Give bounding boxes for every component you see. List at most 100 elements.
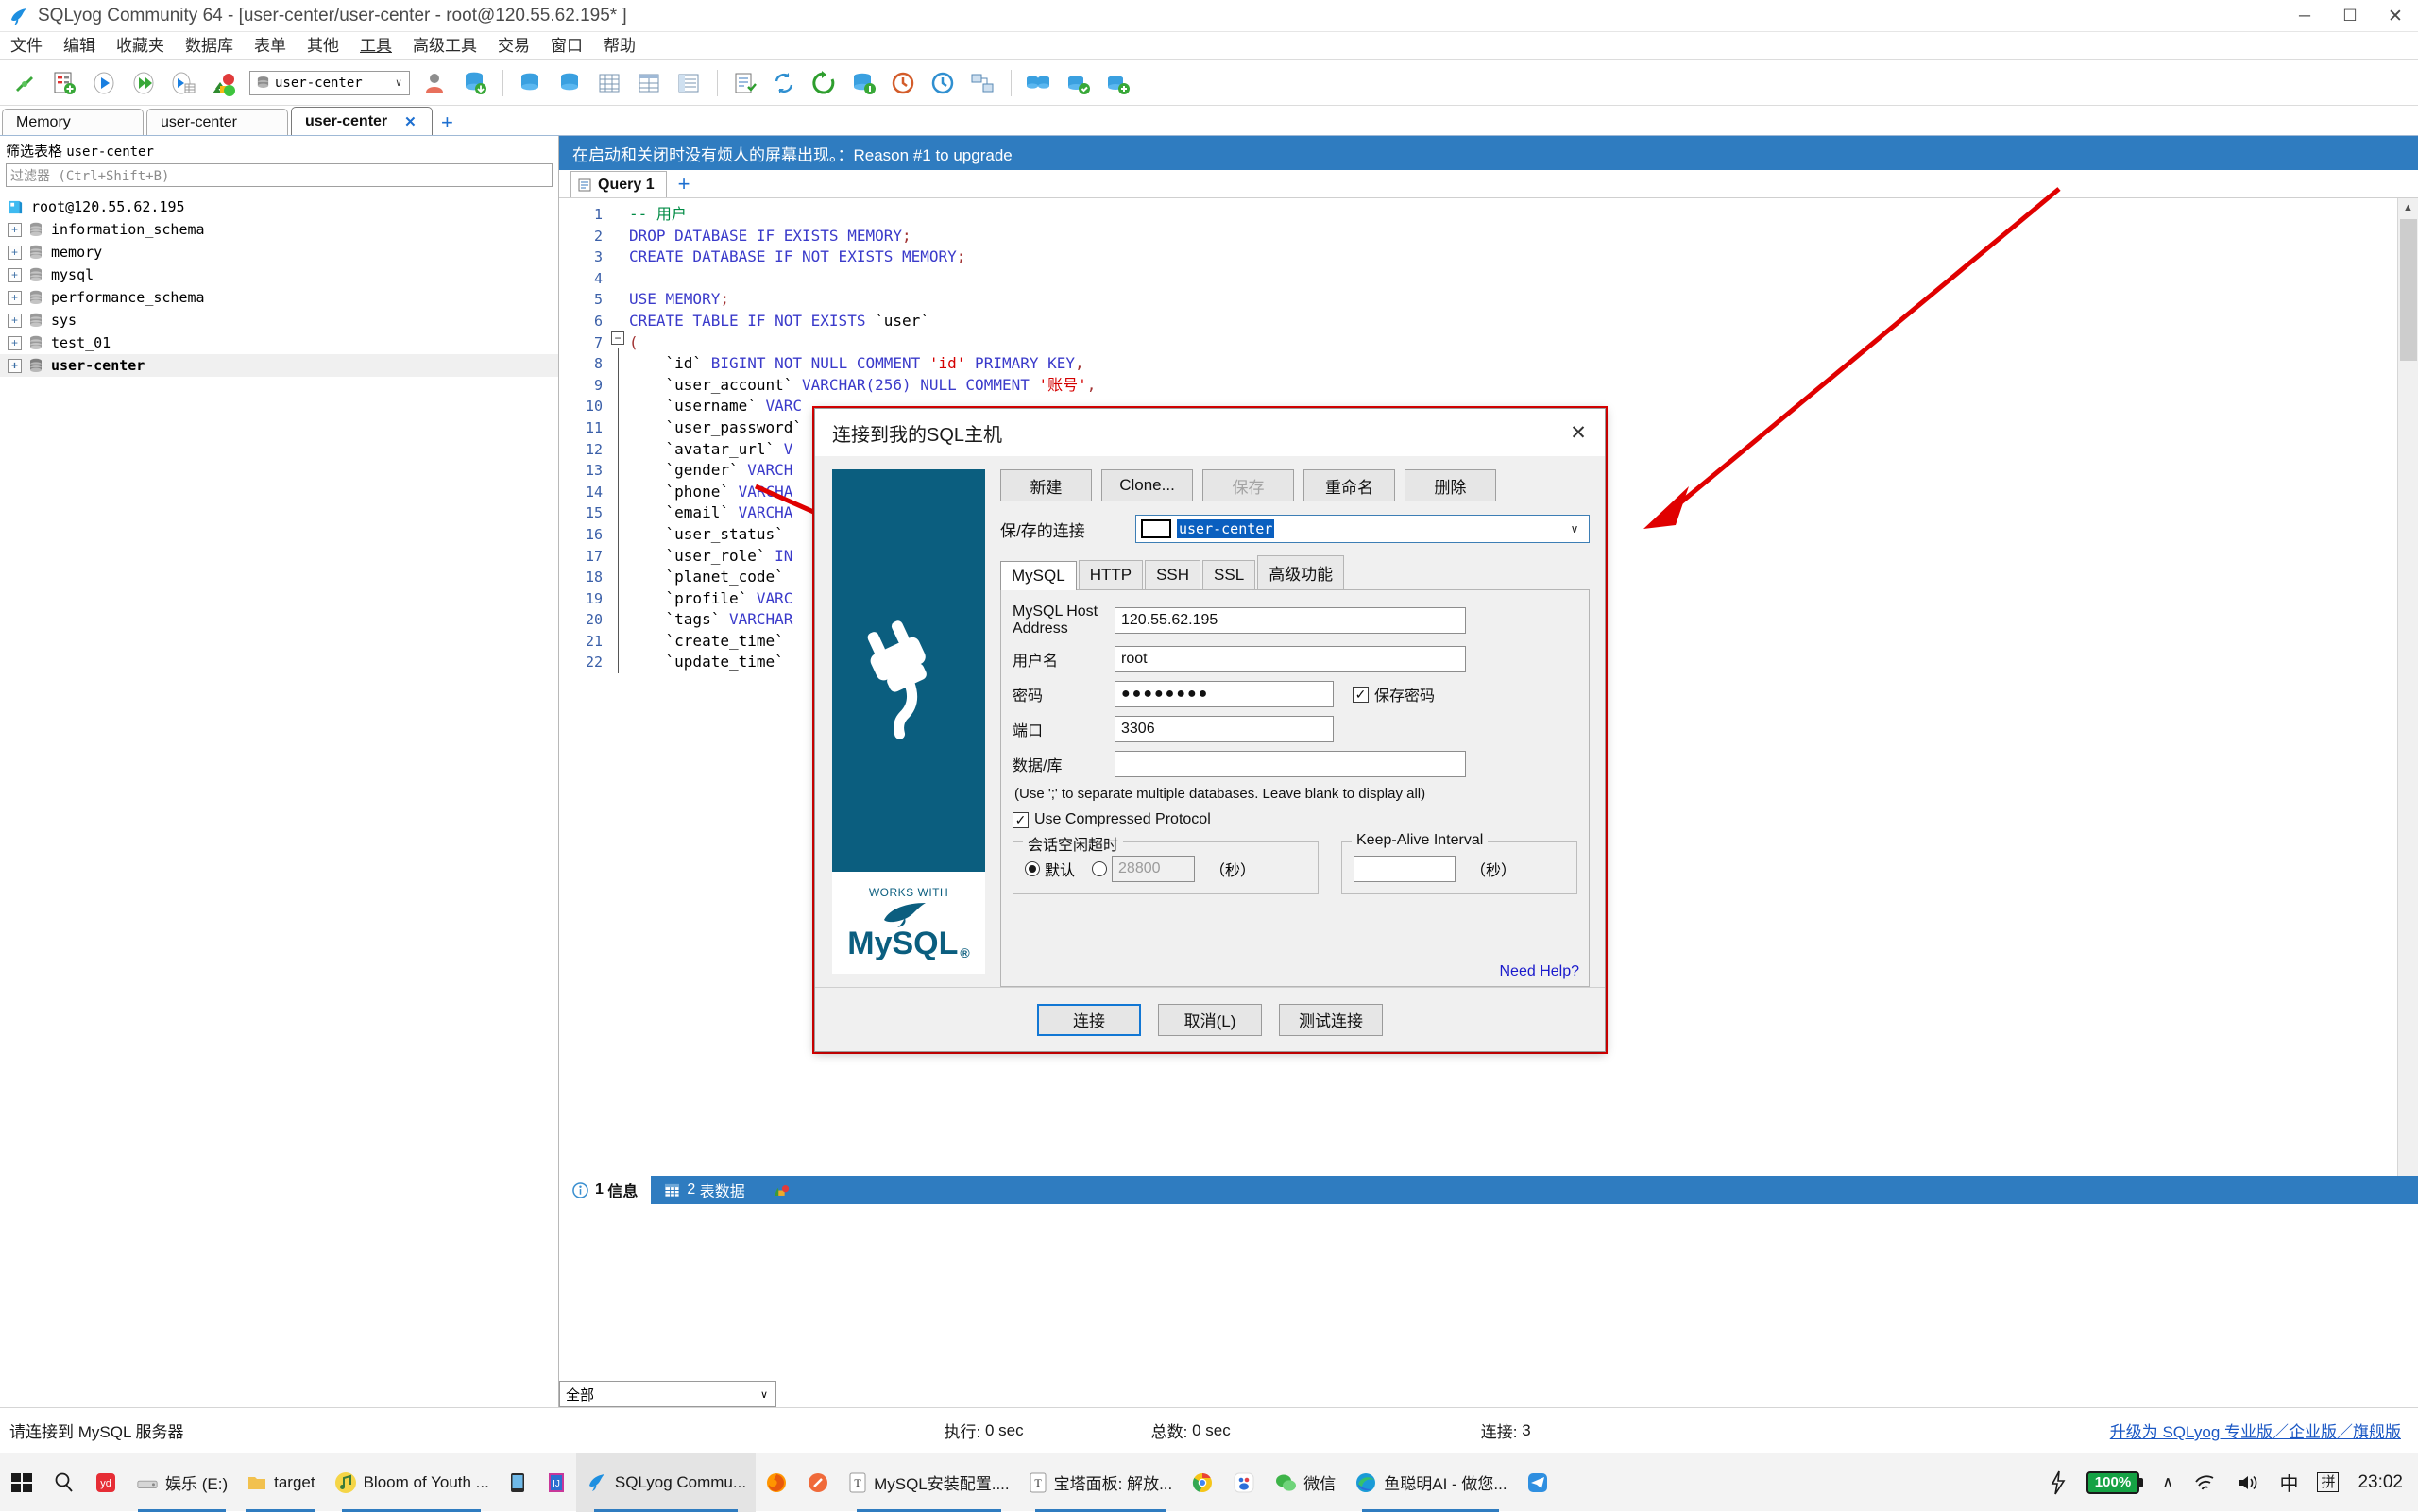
close-button[interactable]: ✕	[2373, 0, 2418, 32]
query-builder-icon[interactable]	[725, 64, 763, 102]
clone-connection-button[interactable]: Clone...	[1101, 469, 1193, 501]
menu-item-form[interactable]: 表单	[244, 32, 297, 60]
history-icon[interactable]	[884, 64, 922, 102]
taskbar-item-edge[interactable]: 鱼聪明AI - 做您...	[1345, 1453, 1516, 1512]
test-connection-button[interactable]: 测试连接	[1279, 1003, 1383, 1036]
expand-icon[interactable]: +	[8, 358, 22, 373]
refresh-objects-icon[interactable]	[204, 64, 242, 102]
execute-to-grid-icon[interactable]	[164, 64, 202, 102]
refresh-icon[interactable]	[805, 64, 843, 102]
database-input[interactable]	[1115, 751, 1466, 777]
taskbar-item-mysql-doc[interactable]: T MySQL安装配置....	[839, 1453, 1019, 1512]
host-input[interactable]: 120.55.62.195	[1115, 607, 1466, 634]
chevron-down-icon[interactable]: ∨	[388, 76, 409, 89]
tree-node-mysql[interactable]: + mysql	[0, 263, 558, 286]
taskbar-item-chrome[interactable]	[1182, 1453, 1223, 1512]
youdao-icon[interactable]: yd	[85, 1453, 127, 1512]
form-view-icon[interactable]	[670, 64, 707, 102]
tree-node-sys[interactable]: + sys	[0, 309, 558, 331]
schema-designer-icon[interactable]	[963, 64, 1001, 102]
scrollbar-thumb[interactable]	[2400, 219, 2417, 361]
tree-node-memory[interactable]: + memory	[0, 241, 558, 263]
expand-icon[interactable]: +	[8, 313, 22, 328]
close-icon[interactable]: ✕	[404, 113, 417, 130]
scroll-up-icon[interactable]: ▲	[2398, 198, 2418, 217]
rename-connection-button[interactable]: 重命名	[1303, 469, 1395, 501]
menu-item-edit[interactable]: 编辑	[53, 32, 106, 60]
taskbar-item-wechat[interactable]: 微信	[1265, 1453, 1345, 1512]
grid-view-icon[interactable]	[630, 64, 668, 102]
editor-scrollbar[interactable]: ▲	[2397, 198, 2418, 1176]
data-sync-icon[interactable]	[1019, 64, 1057, 102]
idle-custom-radio[interactable]	[1092, 861, 1108, 876]
compressed-protocol-checkbox[interactable]: ✓ Use Compressed Protocol	[1013, 811, 1577, 828]
expand-icon[interactable]: +	[8, 222, 22, 237]
saved-connection-select[interactable]: user-center ∨	[1135, 515, 1590, 543]
connection-tab-user-center-2[interactable]: user-center ✕	[291, 107, 433, 135]
menu-item-file[interactable]: 文件	[0, 32, 53, 60]
password-input[interactable]: ●●●●●●●●	[1115, 681, 1334, 707]
idle-custom-input[interactable]: 28800	[1112, 856, 1196, 882]
backup-database-icon[interactable]	[455, 64, 493, 102]
tree-node-test-01[interactable]: + test_01	[0, 331, 558, 354]
taskbar-item-target[interactable]: target	[237, 1453, 324, 1512]
expand-icon[interactable]: +	[8, 267, 22, 282]
taskbar-search-button[interactable]	[43, 1453, 85, 1512]
new-query-icon[interactable]	[45, 64, 83, 102]
taskbar-item-editor[interactable]: IJ	[536, 1453, 576, 1512]
new-connection-button[interactable]: 新建	[1000, 469, 1092, 501]
taskbar-item-phone[interactable]	[499, 1453, 536, 1512]
menu-item-transaction[interactable]: 交易	[487, 32, 540, 60]
tree-node-information-schema[interactable]: + information_schema	[0, 218, 558, 241]
dialog-tab-ssl[interactable]: SSL	[1202, 560, 1256, 589]
schedule-task-icon[interactable]	[924, 64, 962, 102]
upgrade-link[interactable]: 升级为 SQLyog 专业版／企业版／旗舰版	[2110, 1419, 2401, 1442]
tree-node-user-center[interactable]: + user-center	[0, 354, 558, 377]
filter-input[interactable]: 过滤器 (Ctrl+Shift+B)	[6, 163, 553, 187]
dialog-tab-advanced[interactable]: 高级功能	[1257, 555, 1345, 589]
need-help-link[interactable]: Need Help?	[1500, 963, 1580, 980]
schedule-backup-icon[interactable]	[844, 64, 882, 102]
expand-icon[interactable]: +	[8, 335, 22, 350]
taskbar-item-drive[interactable]: 娱乐 (E:)	[127, 1453, 237, 1512]
taskbar-item-telegram[interactable]	[1517, 1453, 1558, 1512]
results-tab-table-data[interactable]: 2 表数据	[651, 1176, 758, 1204]
taskbar-item-firefox[interactable]	[756, 1453, 797, 1512]
save-password-checkbox[interactable]: ✓ 保存密码	[1353, 683, 1435, 705]
ime-pinyin-indicator[interactable]: 拼	[2307, 1472, 2348, 1492]
code-fold-column[interactable]: −	[608, 198, 629, 1176]
structure-sync-icon[interactable]	[1059, 64, 1097, 102]
menu-item-other[interactable]: 其他	[297, 32, 349, 60]
battery-indicator[interactable]: 100%	[2077, 1470, 2153, 1494]
results-tab-extra-icon[interactable]	[758, 1176, 810, 1204]
expand-icon[interactable]: +	[8, 290, 22, 305]
windows-start-button[interactable]	[0, 1453, 43, 1512]
fold-toggle-icon[interactable]: −	[611, 331, 624, 345]
migration-icon[interactable]	[1098, 64, 1136, 102]
delete-connection-button[interactable]: 删除	[1405, 469, 1496, 501]
tree-node-performance-schema[interactable]: + performance_schema	[0, 286, 558, 309]
new-connection-icon[interactable]	[6, 64, 43, 102]
taskbar-item-baidu[interactable]	[1223, 1453, 1265, 1512]
results-filter-select[interactable]: 全部 ∨	[559, 1381, 776, 1407]
menu-item-help[interactable]: 帮助	[593, 32, 646, 60]
username-input[interactable]: root	[1115, 646, 1466, 672]
minimize-button[interactable]: ─	[2282, 0, 2327, 32]
taskbar-item-pen[interactable]	[797, 1453, 839, 1512]
menu-item-tools[interactable]: 工具	[349, 32, 402, 60]
taskbar-item-music[interactable]: Bloom of Youth ...	[325, 1453, 499, 1512]
connection-tab-memory[interactable]: Memory	[2, 109, 144, 135]
dialog-tab-http[interactable]: HTTP	[1078, 560, 1144, 589]
show-hidden-icons-chevron[interactable]: ∧	[2153, 1473, 2183, 1492]
menu-item-window[interactable]: 窗口	[540, 32, 593, 60]
chevron-down-icon[interactable]: ∨	[753, 1388, 775, 1401]
menu-item-database[interactable]: 数据库	[175, 32, 244, 60]
dialog-tab-mysql[interactable]: MySQL	[1000, 561, 1077, 590]
table-data-icon[interactable]	[590, 64, 628, 102]
port-input[interactable]: 3306	[1115, 716, 1334, 742]
clock[interactable]: 23:02	[2348, 1472, 2418, 1493]
database-selector[interactable]: user-center ∨	[249, 70, 410, 95]
add-connection-tab-button[interactable]: +	[435, 112, 463, 135]
query-tab-1[interactable]: Query 1	[570, 171, 667, 197]
idle-default-radio[interactable]: 默认	[1025, 858, 1075, 880]
